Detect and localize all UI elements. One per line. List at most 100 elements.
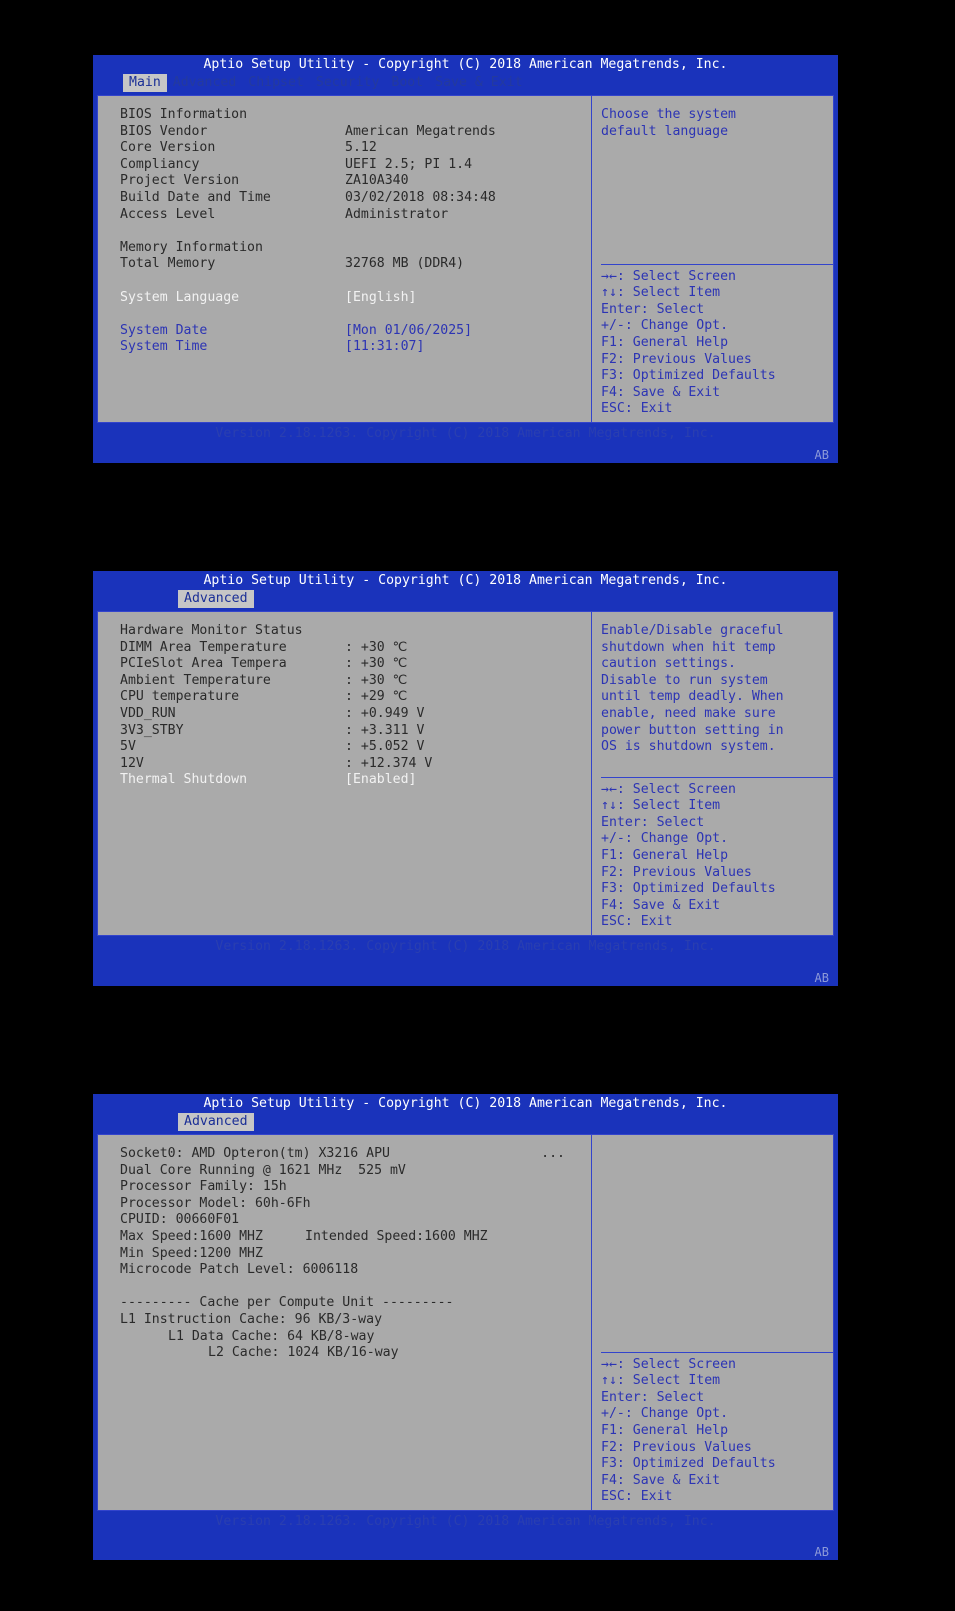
row-speeds: Max Speed:1600 MHZ Intended Speed:1600 MH… [120, 1229, 591, 1246]
row-core-version: Core Version 5.12 [120, 140, 591, 157]
tab-security[interactable]: Security [310, 74, 386, 92]
row-label: DIMM Area Temperature [120, 639, 287, 655]
row-value[interactable]: [English] [345, 290, 416, 305]
hint-general-help: F1: General Help [601, 848, 729, 864]
row-socket-cpu-model: Socket0: AMD Opteron(tm) X3216 APU... [120, 1146, 591, 1163]
hint-change-opt: +/-: Change Opt. [601, 831, 729, 847]
tab-advanced[interactable]: Advanced [167, 74, 243, 92]
tab-main[interactable]: Main [123, 74, 167, 92]
tab-advanced[interactable]: Advanced [178, 590, 254, 608]
bios-tab-bar[interactable]: Main Advanced Chipset Security Boot Save & Ex… [93, 74, 838, 92]
hint-general-help: F1: General Help [601, 335, 729, 351]
row-system-date[interactable]: System Date [Mon 01/06/2025] [120, 323, 591, 340]
tab-boot[interactable]: Boot [385, 74, 429, 92]
bios-screenshot-card-main: Aptio Setup Utility - Copyright (C) 2018… [0, 0, 955, 512]
row-label: PCIeSlot Area Tempera [120, 656, 287, 672]
hint-esc-exit: ESC: Exit [601, 1489, 673, 1505]
row-label: System Language [120, 289, 240, 305]
row-dimm-area-temperature: DIMM Area Temperature: +30 ℃ [120, 640, 591, 657]
row-access-level: Access Level Administrator [120, 207, 591, 224]
bios-body-hwmon: Hardware Monitor Status DIMM Area Temper… [97, 611, 834, 936]
row-value: : +29 ℃ [345, 689, 408, 705]
help-pane-cpu: →←: Select Screen ↑↓: Select Item Enter:… [592, 1135, 833, 1510]
hint-save-exit: F4: Save & Exit [601, 897, 721, 913]
row-ambient-temperature: Ambient Temperature: +30 ℃ [120, 673, 591, 690]
hint-optimized-defaults: F3: Optimized Defaults [601, 368, 776, 384]
help-spacer [601, 140, 833, 263]
row-value: American Megatrends [345, 123, 496, 139]
settings-list-main: BIOS Information BIOS Vendor American Meg… [98, 96, 592, 422]
row-system-language[interactable]: System Language [English] [120, 290, 591, 307]
corner-badge: AB [814, 448, 829, 462]
row-label: Thermal Shutdown [120, 772, 248, 788]
row-label: System Time [120, 339, 208, 355]
socket-label: Socket0: AMD Opteron(tm) X3216 APU [120, 1146, 390, 1161]
bios-screenshot-card-hwmon: Aptio Setup Utility - Copyright (C) 2018… [0, 522, 955, 1034]
hint-esc-exit: ESC: Exit [601, 401, 673, 417]
row-label: Compliancy [120, 156, 200, 172]
row-l2-cache: L2 Cache: 1024 KB/16-way [208, 1345, 399, 1361]
row-value[interactable]: [Enabled] [345, 772, 416, 787]
row-label: VDD_RUN [120, 705, 176, 721]
row-value[interactable]: [11:31:07] [345, 339, 424, 354]
help-spacer [601, 1146, 833, 1352]
row-processor-model: Processor Model: 60h-6Fh [120, 1195, 311, 1211]
bios-body-main: BIOS Information BIOS Vendor American Meg… [97, 95, 834, 423]
hint-select-screen: →←: Select Screen [601, 781, 736, 797]
settings-list-hwmon: Hardware Monitor Status DIMM Area Temper… [98, 612, 592, 935]
row-value[interactable]: [Mon 01/06/2025] [345, 323, 472, 338]
hint-save-exit: F4: Save & Exit [601, 384, 721, 400]
hint-save-exit: F4: Save & Exit [601, 1472, 721, 1488]
bios-tab-bar[interactable]: Advanced [93, 1113, 838, 1131]
key-hints: →←: Select Screen ↑↓: Select Item Enter:… [601, 782, 833, 935]
hint-enter-select: Enter: Select [601, 1389, 705, 1405]
corner-badge: AB [814, 971, 829, 985]
row-thermal-shutdown[interactable]: Thermal Shutdown [Enabled] [120, 772, 591, 789]
row-label: System Date [120, 322, 208, 338]
hint-select-screen: →←: Select Screen [601, 268, 736, 284]
hint-previous-values: F2: Previous Values [601, 351, 752, 367]
bios-tab-bar[interactable]: Advanced [93, 590, 838, 608]
row-system-time[interactable]: System Time [11:31:07] [120, 339, 591, 356]
row-min-speed: Min Speed:1200 MHZ [120, 1245, 263, 1261]
hint-select-item: ↑↓: Select Item [601, 798, 721, 814]
row-value: ZA10A340 [345, 173, 409, 189]
bios-screen-main: Aptio Setup Utility - Copyright (C) 2018… [93, 55, 838, 463]
row-value: : +3.311 V [345, 722, 425, 738]
max-speed: Max Speed:1600 MHZ [120, 1228, 263, 1244]
row-processor-family: Processor Family: 15h [120, 1179, 287, 1195]
row-label: Ambient Temperature [120, 672, 271, 688]
row-12v: 12V: +12.374 V [120, 756, 591, 773]
hint-select-screen: →←: Select Screen [601, 1356, 736, 1372]
overflow-ellipsis-icon: ... [541, 1146, 565, 1161]
tab-chipset[interactable]: Chipset [242, 74, 310, 92]
hint-change-opt: +/-: Change Opt. [601, 318, 729, 334]
row-label: Project Version [120, 173, 240, 189]
tab-save-exit[interactable]: Save & Exit [429, 74, 528, 92]
hint-optimized-defaults: F3: Optimized Defaults [601, 1456, 776, 1472]
row-pcieslot-area-temperature: PCIeSlot Area Tempera : +30 ℃ [120, 656, 591, 673]
section-bios-information: BIOS Information [120, 107, 248, 122]
help-pane-main: Choose the system default language →←: S… [592, 96, 833, 422]
row-value: : +0.949 V [345, 705, 425, 721]
row-core-running: Dual Core Running @ 1621 MHz 525 mV [120, 1162, 406, 1178]
hint-optimized-defaults: F3: Optimized Defaults [601, 881, 776, 897]
row-value: 03/02/2018 08:34:48 [345, 189, 496, 205]
row-label: Access Level [120, 206, 216, 222]
row-value: : +30 ℃ [345, 656, 408, 672]
tab-advanced[interactable]: Advanced [178, 1113, 254, 1131]
row-label: 12V [120, 755, 144, 771]
hint-esc-exit: ESC: Exit [601, 914, 673, 930]
hint-previous-values: F2: Previous Values [601, 864, 752, 880]
row-label: BIOS Vendor [120, 123, 208, 139]
row-value: : +5.052 V [345, 739, 425, 755]
row-total-memory: Total Memory 32768 MB (DDR4) [120, 256, 591, 273]
divider [601, 263, 833, 265]
settings-list-cpu: Socket0: AMD Opteron(tm) X3216 APU... Du… [98, 1135, 592, 1510]
help-description: Enable/Disable graceful shutdown when hi… [601, 623, 784, 755]
hint-select-item: ↑↓: Select Item [601, 285, 721, 301]
row-3v3-stby: 3V3_STBY: +3.311 V [120, 723, 591, 740]
row-5v: 5V: +5.052 V [120, 739, 591, 756]
